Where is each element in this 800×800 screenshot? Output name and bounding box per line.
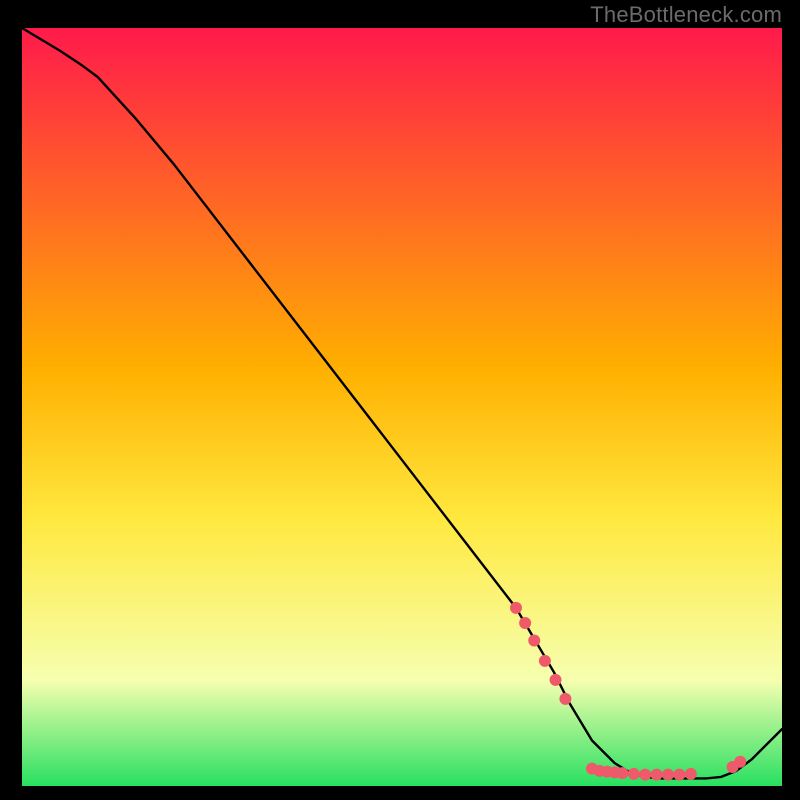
data-marker (519, 617, 531, 629)
data-marker (685, 768, 697, 780)
data-marker (651, 769, 663, 781)
data-marker (539, 655, 551, 667)
plot-area (22, 28, 782, 786)
data-marker (662, 769, 674, 781)
watermark-text: TheBottleneck.com (590, 2, 782, 28)
data-marker (550, 674, 562, 686)
data-marker (528, 634, 540, 646)
gradient-background (22, 28, 782, 786)
chart-frame: TheBottleneck.com (0, 0, 800, 800)
chart-svg (22, 28, 782, 786)
data-marker (616, 767, 628, 779)
data-marker (510, 602, 522, 614)
data-marker (628, 768, 640, 780)
data-marker (734, 756, 746, 768)
data-marker (559, 693, 571, 705)
data-marker (639, 769, 651, 781)
data-marker (673, 769, 685, 781)
